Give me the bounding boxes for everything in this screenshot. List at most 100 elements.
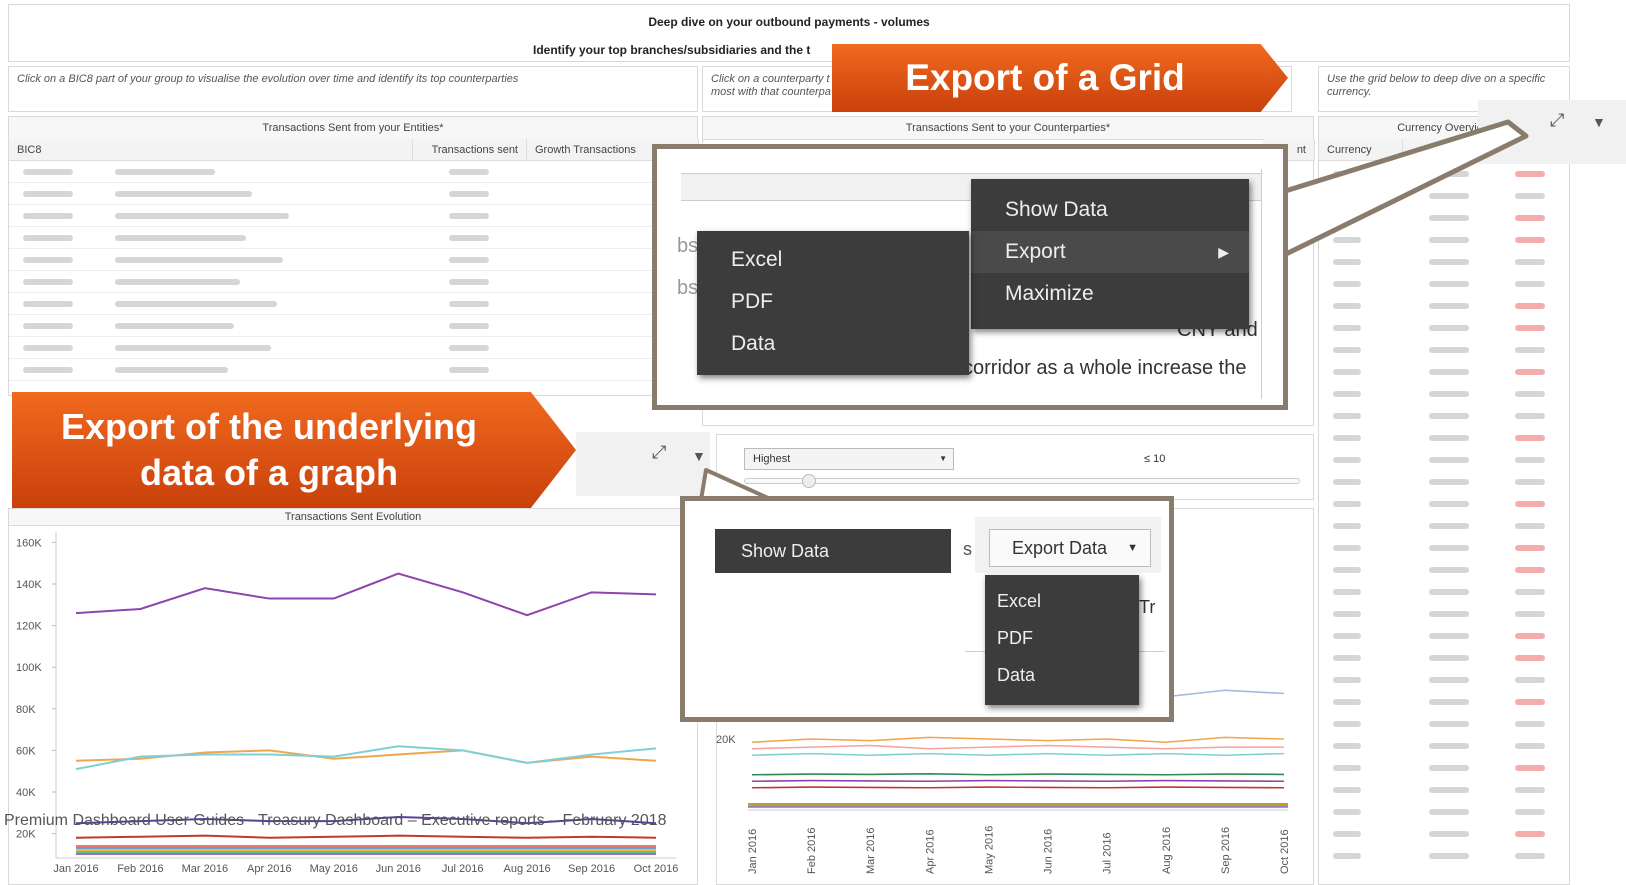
submenu-item-excel[interactable]: Excel (697, 239, 969, 281)
redacted-cell (449, 169, 489, 175)
redacted-cell (1333, 655, 1361, 661)
redacted-cell (1429, 347, 1469, 353)
table-row[interactable] (1319, 251, 1569, 273)
graph-submenu-pdf[interactable]: PDF (985, 620, 1139, 657)
table-row[interactable] (1319, 559, 1569, 581)
ranking-select[interactable]: Highest ▼ (744, 448, 954, 470)
column-header-bic8[interactable]: BIC8 (9, 139, 413, 161)
table-row[interactable] (9, 249, 697, 271)
callout-export-graph: Export of the underlying data of a graph (12, 392, 576, 508)
redacted-cell (1333, 391, 1361, 397)
graph-chevron-down-icon[interactable]: ▼ (692, 448, 706, 464)
redacted-cell (1515, 281, 1545, 287)
table-row[interactable] (9, 205, 697, 227)
table-row[interactable] (1319, 669, 1569, 691)
table-row[interactable] (1319, 779, 1569, 801)
menu-item-show-data[interactable]: Show Data (971, 189, 1249, 231)
table-row[interactable] (9, 161, 697, 183)
table-row[interactable] (1319, 185, 1569, 207)
chevron-down-icon[interactable]: ▼ (1592, 114, 1606, 130)
table-row[interactable] (1319, 713, 1569, 735)
redacted-cell (1333, 193, 1361, 199)
table-row[interactable] (1319, 647, 1569, 669)
table-row[interactable] (1319, 295, 1569, 317)
table-row[interactable] (1319, 471, 1569, 493)
submenu-item-data[interactable]: Data (697, 323, 969, 365)
redacted-cell (1333, 633, 1361, 639)
table-row[interactable] (1319, 493, 1569, 515)
table-row[interactable] (1319, 229, 1569, 251)
menu-item-export[interactable]: Export ▶ (971, 231, 1249, 273)
table-row[interactable] (1319, 757, 1569, 779)
redacted-cell (1333, 435, 1361, 441)
redacted-cell (23, 169, 73, 175)
range-label: ≤ 10 (1144, 453, 1166, 465)
callout-export-graph-line1: Export of the underlying (60, 406, 477, 447)
table-row[interactable] (1319, 383, 1569, 405)
submenu-item-pdf[interactable]: PDF (697, 281, 969, 323)
table-row[interactable] (1319, 691, 1569, 713)
range-slider-track[interactable] (744, 478, 1300, 484)
table-row[interactable] (1319, 845, 1569, 867)
redacted-cell (1429, 193, 1469, 199)
export-data-button[interactable]: Export Data ▼ (989, 529, 1151, 567)
table-row[interactable] (1319, 735, 1569, 757)
table-row[interactable] (1319, 537, 1569, 559)
table-row[interactable] (1319, 449, 1569, 471)
table-row[interactable] (1319, 339, 1569, 361)
redacted-cell (1429, 303, 1469, 309)
table-row[interactable] (9, 315, 697, 337)
table-row[interactable] (1319, 207, 1569, 229)
series-line-4 (75, 834, 657, 839)
zoom-grid-right-border (1261, 169, 1262, 399)
x-tick-label: Oct 2016 (1279, 829, 1291, 874)
table-row[interactable] (1319, 603, 1569, 625)
maximize-icon[interactable]: ⤢ (1550, 110, 1564, 131)
table-row[interactable] (1319, 163, 1569, 185)
table-row[interactable] (1319, 405, 1569, 427)
redacted-cell (115, 213, 289, 219)
graph-maximize-icon[interactable]: ⤢ (652, 442, 666, 463)
redacted-cell (1429, 765, 1469, 771)
table-row[interactable] (9, 183, 697, 205)
table-row[interactable] (9, 293, 697, 315)
table-row[interactable] (1319, 823, 1569, 845)
x-tick-label: Feb 2016 (806, 828, 818, 874)
table-row[interactable] (1319, 581, 1569, 603)
table-row[interactable] (1319, 427, 1569, 449)
x-tick-label: Apr 2016 (924, 829, 936, 874)
redacted-cell (1333, 853, 1361, 859)
table-row[interactable] (9, 359, 697, 381)
table-row[interactable] (1319, 361, 1569, 383)
table-row[interactable] (9, 337, 697, 359)
series-line-1 (751, 736, 1285, 744)
redacted-cell (1429, 567, 1469, 573)
table-row[interactable] (1319, 625, 1569, 647)
table-row[interactable] (1319, 273, 1569, 295)
redacted-cell (1429, 457, 1469, 463)
redacted-cell (449, 279, 489, 285)
redacted-cell (1333, 501, 1361, 507)
table-row[interactable] (1319, 801, 1569, 823)
table-row[interactable] (9, 271, 697, 293)
range-slider-handle[interactable] (802, 474, 816, 488)
column-header-currency[interactable]: Currency (1319, 139, 1403, 161)
redacted-cell (23, 345, 73, 351)
redacted-cell (1429, 237, 1469, 243)
table-row[interactable] (9, 227, 697, 249)
graph-submenu-data[interactable]: Data (985, 657, 1139, 694)
redacted-cell (23, 191, 73, 197)
table-row[interactable] (1319, 515, 1569, 537)
x-tick-label: Aug 2016 (1161, 827, 1173, 874)
zoom-show-data-button[interactable]: Show Data (715, 529, 951, 573)
graph-export-zoom: Show Data s Export Data ▼ Tr Excel PDF D… (680, 496, 1174, 722)
column-header-transactions-sent[interactable]: Transactions sent (413, 139, 527, 161)
redacted-cell (1429, 369, 1469, 375)
menu-item-maximize[interactable]: Maximize (971, 273, 1249, 315)
table-row[interactable] (1319, 317, 1569, 339)
graph-submenu-excel[interactable]: Excel (985, 583, 1139, 620)
redacted-cell (1429, 479, 1469, 485)
redacted-cell (1515, 699, 1545, 705)
redacted-cell (1333, 259, 1361, 265)
grid-export-submenu: Excel PDF Data (697, 231, 969, 375)
